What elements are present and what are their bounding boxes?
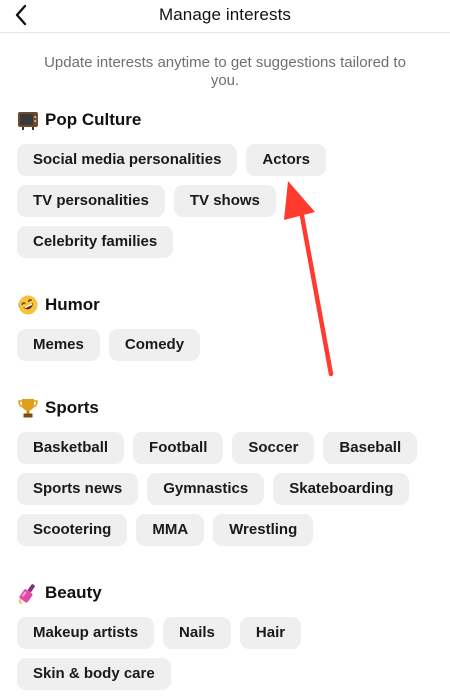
chip-list: Makeup artists Nails Hair Skin & body ca… [17, 617, 437, 690]
interest-chip[interactable]: Basketball [17, 432, 125, 464]
section-header: Humor [17, 294, 437, 316]
interest-chip[interactable]: Memes [17, 329, 100, 361]
interest-chip[interactable]: Baseball [323, 432, 418, 464]
top-bar: Manage interests [0, 0, 450, 33]
section-pop-culture: Pop Culture Social media personalities A… [17, 109, 437, 258]
interest-chip[interactable]: Celebrity families [17, 226, 174, 258]
trophy-icon [17, 397, 39, 419]
section-header: Beauty [17, 582, 437, 604]
interest-chip[interactable]: MMA [136, 514, 205, 546]
section-title: Humor [45, 295, 100, 314]
interest-chip[interactable]: Skin & body care [17, 658, 171, 690]
interest-chip[interactable]: Sports news [17, 473, 139, 505]
interest-chip[interactable]: Social media personalities [17, 144, 238, 176]
page-subtitle: Update interests anytime to get suggesti… [44, 54, 406, 89]
interest-chip[interactable]: Comedy [108, 329, 201, 361]
interest-chip[interactable]: Makeup artists [17, 617, 155, 649]
section-sports: Sports Basketball Football Soccer Baseba… [17, 397, 437, 546]
interest-chip[interactable]: Skateboarding [273, 473, 410, 505]
interest-chip[interactable]: Gymnastics [147, 473, 265, 505]
interest-chip[interactable]: Scootering [17, 514, 128, 546]
section-title: Pop Culture [45, 110, 142, 129]
rofl-face-icon [17, 294, 39, 316]
page-title: Manage interests [158, 5, 291, 24]
section-title: Beauty [45, 583, 102, 602]
chip-list: Basketball Football Soccer Baseball Spor… [17, 432, 437, 546]
chip-list: Memes Comedy [17, 329, 437, 361]
interest-chip[interactable]: Hair [239, 617, 302, 649]
interest-chip[interactable]: TV personalities [17, 185, 165, 217]
interest-chip[interactable]: Nails [163, 617, 231, 649]
section-header: Sports [17, 397, 437, 419]
chip-list: Social media personalities Actors TV per… [17, 144, 437, 258]
section-title: Sports [45, 398, 99, 417]
interest-chip[interactable]: Wrestling [213, 514, 314, 546]
interest-chip[interactable]: Soccer [232, 432, 315, 464]
interest-chip[interactable]: Football [133, 432, 224, 464]
interest-chip[interactable]: TV shows [173, 185, 276, 217]
nail-polish-icon [17, 582, 39, 604]
section-humor: Humor Memes Comedy [17, 294, 437, 361]
interest-chip[interactable]: Actors [246, 144, 326, 176]
section-header: Pop Culture [17, 109, 437, 131]
tv-icon [17, 109, 39, 131]
section-beauty: Beauty Makeup artists Nails Hair Skin & … [17, 582, 437, 690]
